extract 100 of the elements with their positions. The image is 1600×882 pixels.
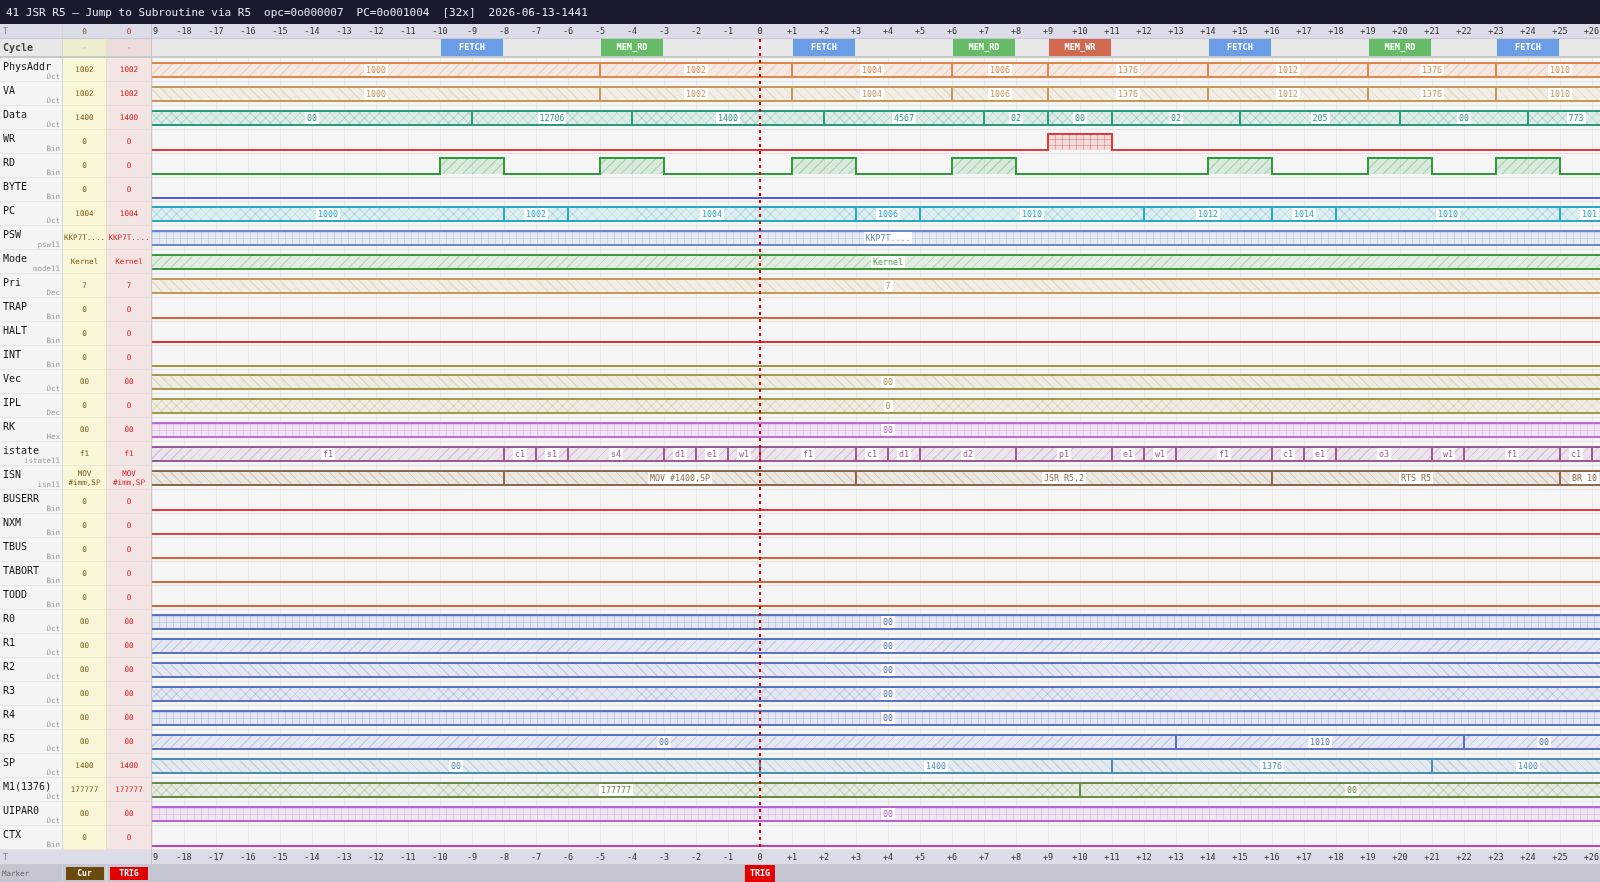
tick-label: +1 [786,26,798,37]
tick-label: +12 [1136,26,1152,37]
segment-value: f1 [1505,448,1519,460]
tick-label: -3 [658,26,670,37]
segment-value: Kernel [871,256,905,268]
tick-label: -17 [208,852,224,863]
tick-label: +6 [946,26,958,37]
segment-value: 00 [1537,736,1551,748]
timestamp: 2026-06-13-1441 [488,5,588,19]
tick-label: +10 [1072,852,1088,863]
tick-label: 9 [153,852,159,863]
tick-label: +5 [914,852,926,863]
tick-label: +19 [1360,26,1376,37]
tick-label: -13 [336,852,352,863]
tick-label: -16 [240,26,256,37]
segment-value: 1012 [1276,64,1300,76]
signal-name: VA [3,85,16,97]
segment-value: 1002 [524,208,548,220]
segment-value: 1006 [876,208,900,220]
tick-label: +25 [1552,26,1568,37]
zoom-level: [32x] [442,5,476,19]
tick-label: -14 [304,852,320,863]
segment-value: 12706 [537,112,567,124]
signal-name: TRAP [3,301,28,313]
tick-label: -1 [722,26,734,37]
trigger-marker[interactable]: TRIG [744,865,776,882]
tick-label: +9 [1042,852,1054,863]
tick-label: -5 [594,26,606,37]
segment-value: 1012 [1276,88,1300,100]
tick-label: -6 [562,26,574,37]
segment-value: e1 [1313,448,1327,460]
window-title: 41 JSR R5 — Jump to Subroutine via R5 [6,5,252,19]
segment-value: 1376 [1116,88,1140,100]
tick-label: -8 [498,852,510,863]
tick-label: -13 [336,26,352,37]
tick-label: -4 [626,852,638,863]
signal-name: INT [3,349,22,361]
tick-label: -10 [432,852,448,863]
signal-name: BUSERR [3,493,40,505]
tick-label: +7 [978,26,990,37]
tick-label: +7 [978,852,990,863]
tick-label: +17 [1296,852,1312,863]
tick-label: -9 [466,852,478,863]
segment-value: 1002 [684,88,708,100]
signal-name: M1(1376) [3,781,52,793]
signal-name: ISN [3,469,22,481]
tick-label: +24 [1520,26,1536,37]
tick-label: +1 [786,852,798,863]
tick-label: +18 [1328,26,1344,37]
signal-name: TBUS [3,541,28,553]
signal-name: Data [3,109,28,121]
segment-value: d1 [897,448,911,460]
segment-value: c1 [513,448,527,460]
tick-label: 0 [757,26,763,37]
segment-value: 1010 [1548,64,1572,76]
signal-name: R0 [3,613,16,625]
tick-label: +4 [882,26,894,37]
signal-name: NXM [3,517,22,529]
cycle-phase: MEM_RD [1369,39,1431,56]
segment-value: s1 [545,448,559,460]
segment-value: MOV #1400,SP [648,472,712,484]
segment-value: 1014 [1292,208,1316,220]
tick-label: +16 [1264,852,1280,863]
tick-label: +21 [1424,852,1440,863]
trigger-button[interactable]: TRIG [110,867,148,880]
signal-name: HALT [3,325,28,337]
signal-name: RD [3,157,16,169]
tick-label: +20 [1392,852,1408,863]
signal-name: TODD [3,589,28,601]
segment-value: w1 [1153,448,1167,460]
tick-label: +9 [1042,26,1054,37]
tick-label: -4 [626,26,638,37]
segment-value: w1 [1441,448,1455,460]
cursor-button[interactable]: Cur [65,867,104,880]
tick-label: +14 [1200,852,1216,863]
signal-name: RK [3,421,16,433]
segment-value: 00 [881,664,895,676]
ruler-label: T [3,25,9,37]
cycle-phase: MEM_RD [601,39,663,56]
segment-value: JSR R5,2 [1042,472,1086,484]
segment-value: 1010 [1548,88,1572,100]
row-label: Cycle [3,42,34,54]
segment-value: s4 [609,448,623,460]
tick-label: +26 [1583,852,1599,863]
tick-label: -5 [594,852,606,863]
tick-label: +19 [1360,852,1376,863]
segment-value: KKP7T.... [863,232,913,244]
segment-value: 1010 [1436,208,1460,220]
tick-label: -18 [176,852,192,863]
segment-value: 1004 [860,64,884,76]
opcode-text: opc=0o000007 [264,5,344,19]
tick-label: +20 [1392,26,1408,37]
tick-label: -2 [690,26,702,37]
tick-label: +17 [1296,26,1312,37]
tick-label: +8 [1010,852,1022,863]
tick-label: +13 [1168,852,1184,863]
signal-name: PhysAddr [3,61,52,73]
segment-value: 101 [1580,208,1599,220]
segment-value: e1 [705,448,719,460]
segment-value: 4567 [892,112,916,124]
